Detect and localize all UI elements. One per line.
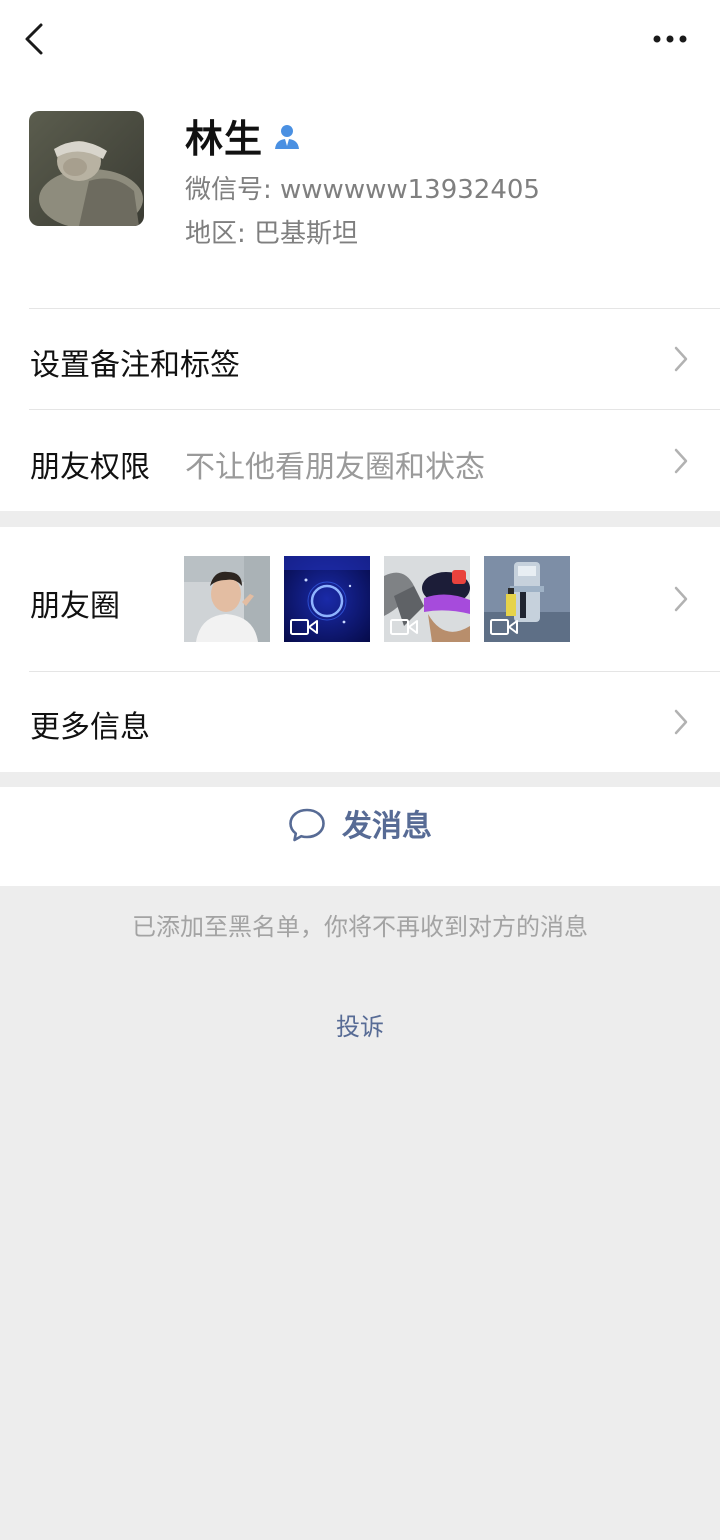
send-message-button[interactable]: 发消息 — [0, 787, 720, 886]
more-dots-icon — [653, 35, 687, 43]
male-user-icon — [272, 122, 302, 152]
moments-card: 朋友圈 更多信息 — [0, 527, 720, 772]
region: 地区: 巴基斯坦 — [185, 219, 359, 249]
friend-permissions-label: 朋友权限 — [30, 450, 150, 485]
chevron-left-icon — [25, 23, 43, 55]
send-message-label: 发消息 — [342, 809, 432, 844]
more-info-row[interactable]: 更多信息 — [0, 672, 720, 772]
back-button[interactable] — [16, 18, 56, 62]
remark-and-tags-row[interactable]: 设置备注和标签 — [0, 309, 720, 409]
video-icon — [390, 619, 418, 635]
moments-thumbnail[interactable] — [484, 556, 570, 642]
chat-bubble-icon — [289, 808, 325, 842]
complain-link[interactable]: 投诉 — [320, 1008, 400, 1046]
contact-profile-page: 林生 微信号: wwwwww13932405 地区: 巴基斯坦 设置备注和标签 … — [0, 0, 720, 1540]
chevron-right-icon — [674, 346, 688, 372]
video-icon — [290, 619, 318, 635]
contact-name: 林生 — [185, 117, 264, 161]
moments-thumbnail[interactable] — [284, 556, 370, 642]
chevron-right-icon — [674, 586, 688, 612]
video-icon — [490, 619, 518, 635]
wechat-id: 微信号: wwwwww13932405 — [185, 175, 540, 205]
profile-card: 林生 微信号: wwwwww13932405 地区: 巴基斯坦 设置备注和标签 … — [0, 0, 720, 511]
friend-permissions-value: 不让他看朋友圈和状态 — [185, 450, 485, 485]
chevron-right-icon — [674, 448, 688, 474]
avatar-image — [29, 111, 144, 226]
more-info-label: 更多信息 — [30, 710, 150, 745]
selfie-photo — [184, 556, 270, 642]
moments-thumbnail[interactable] — [384, 556, 470, 642]
remark-and-tags-label: 设置备注和标签 — [30, 348, 240, 383]
chevron-right-icon — [674, 709, 688, 735]
more-options-button[interactable] — [646, 24, 694, 54]
moments-thumbnail[interactable] — [184, 556, 270, 642]
moments-row[interactable]: 朋友圈 — [0, 527, 720, 671]
friend-permissions-row[interactable]: 朋友权限 不让他看朋友圈和状态 — [0, 410, 720, 511]
moments-label: 朋友圈 — [30, 589, 120, 624]
avatar[interactable] — [29, 111, 144, 226]
blacklist-notice: 已添加至黑名单，你将不再收到对方的消息 — [132, 913, 588, 941]
